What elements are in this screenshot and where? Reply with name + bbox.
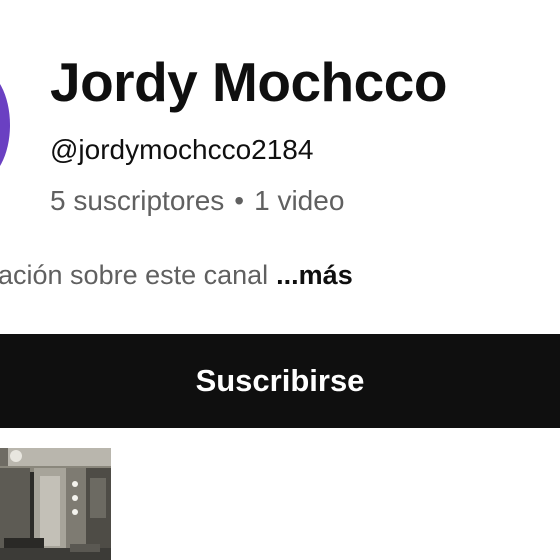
more-link[interactable]: ...más <box>276 260 353 290</box>
video-thumbnail[interactable] <box>0 448 111 560</box>
stats-separator: • <box>234 185 245 216</box>
video-count: 1 video <box>254 185 345 216</box>
channel-stats: 5 suscriptores • 1 video <box>50 185 344 217</box>
subscribe-button[interactable]: Suscribirse <box>0 334 560 428</box>
channel-page: Jordy Mochcco @jordymochcco2184 5 suscri… <box>0 0 560 560</box>
channel-description[interactable]: ación sobre este canal ...más <box>0 260 353 291</box>
subscriber-count: 5 suscriptores <box>50 185 225 216</box>
description-text: ación sobre este canal <box>0 260 269 290</box>
channel-name: Jordy Mochcco <box>50 51 447 113</box>
channel-avatar[interactable] <box>0 70 10 180</box>
channel-handle: @jordymochcco2184 <box>50 134 314 165</box>
thumbnail-image <box>0 448 111 560</box>
